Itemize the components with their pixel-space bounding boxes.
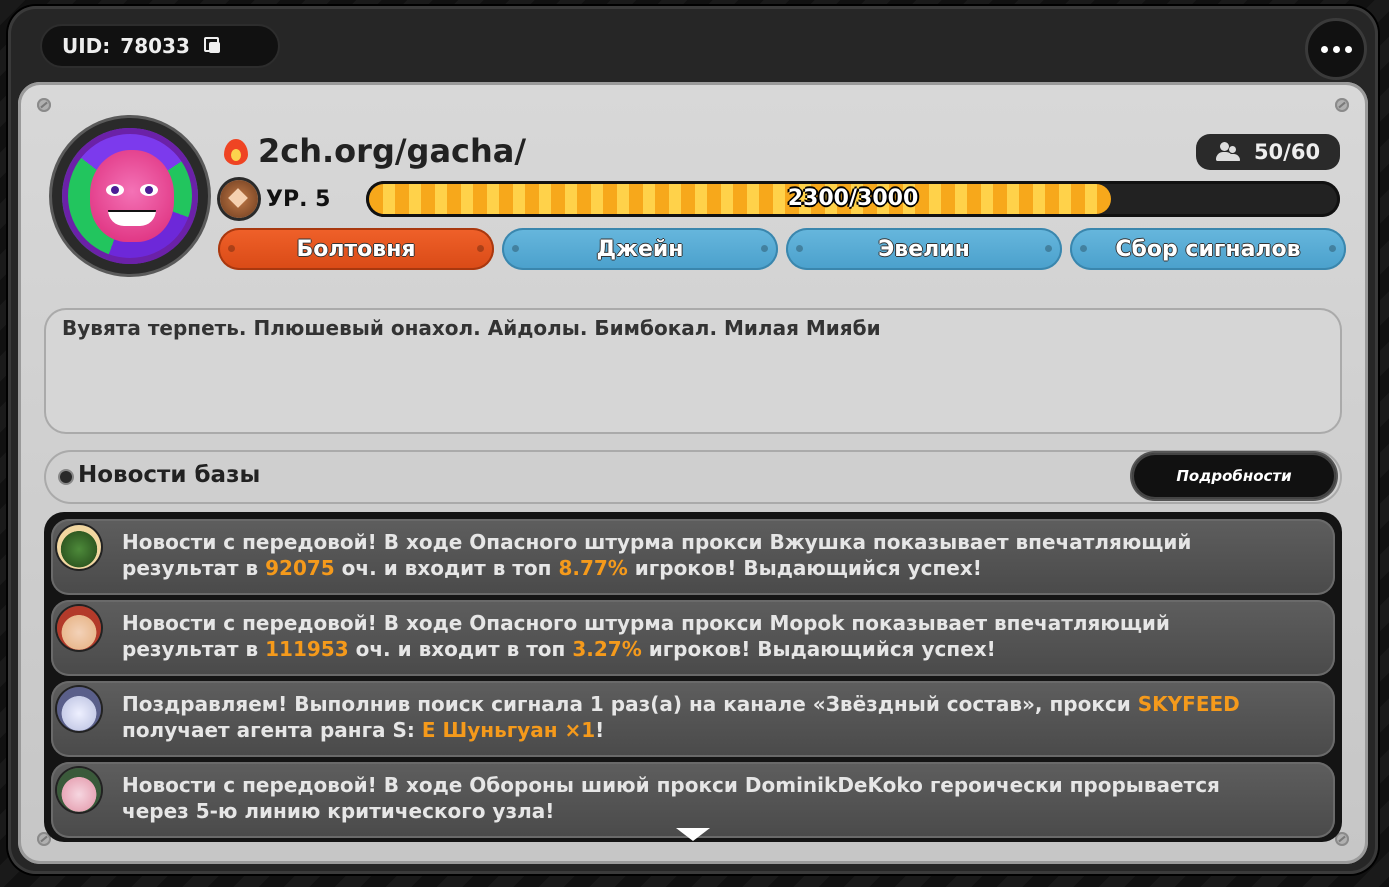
text-span: ! [595,718,605,742]
title-row: 2ch.org/gacha/ [222,132,526,170]
news-item: Новости с передовой! В ходе Обороны шиюй… [51,762,1335,838]
bio-text: Вувята терпеть. Плюшевый онахол. Айдолы.… [44,308,1342,434]
news-item: Новости с передовой! В ходе Опасного шту… [51,600,1335,676]
news-list[interactable]: Новости с передовой! В ходе Опасного шту… [44,512,1342,842]
xp-progress-bar: 2300/3000 [366,181,1340,217]
dot-icon [1344,45,1352,53]
page-title: 2ch.org/gacha/ [258,132,527,170]
news-item: Новости с передовой! В ходе Опасного шту… [51,519,1335,595]
news-line: получает агента ранга S: Е Шуньгуан ×1! [122,717,1312,743]
details-button[interactable]: Подробности [1132,453,1336,499]
news-title: Новости базы [78,462,261,488]
percent-value: 3.27% [572,637,642,661]
news-avatar [57,606,101,650]
level-row: УР. 5 [220,180,330,218]
news-line: результат в 92075 оч. и входит в топ 8.7… [122,555,1312,581]
avatar-character [90,150,174,242]
flame-icon [222,135,250,167]
tag-signal-search[interactable]: Сбор сигналов [1070,228,1346,270]
tag-jane[interactable]: Джейн [502,228,778,270]
copy-icon[interactable] [203,37,222,55]
news-text: Новости с передовой! В ходе Опасного шту… [122,529,1312,581]
news-line: Новости с передовой! В ходе Опасного шту… [122,611,1170,635]
tag-chatter[interactable]: Болтовня [218,228,494,270]
text-span: результат в [122,637,266,661]
news-text: Новости с передовой! В ходе Опасного шту… [122,610,1312,662]
avatar[interactable] [52,118,208,274]
members-count: 50/60 [1253,140,1321,164]
screw-icon [37,98,51,112]
news-line: Новости с передовой! В ходе Опасного шту… [122,530,1192,554]
avatar-eye [106,184,124,196]
dot-icon [1332,45,1340,53]
news-line: результат в 111953 оч. и входит в топ 3.… [122,636,1312,662]
text-span: оч. и входит в топ [348,637,573,661]
level-badge-icon [220,180,258,218]
percent-value: 8.77% [558,556,628,580]
screw-icon [1335,98,1349,112]
news-item: Поздравляем! Выполнив поиск сигнала 1 ра… [51,681,1335,757]
xp-text: 2300/3000 [787,186,919,211]
news-header: Новости базы Подробности [44,450,1342,504]
text-span: Поздравляем! Выполнив поиск сигнала 1 ра… [122,692,1138,716]
more-options-button[interactable] [1305,18,1367,80]
news-text: Новости с передовой! В ходе Обороны шиюй… [122,772,1312,824]
scroll-down-icon[interactable] [676,828,710,841]
bullet-icon [60,471,72,483]
avatar-eye [140,184,158,196]
members-count-badge: 50/60 [1196,134,1340,170]
news-avatar [57,525,101,569]
news-avatar [57,768,101,812]
text-span: получает агента ранга S: [122,718,422,742]
avatar-image [62,128,198,264]
dot-icon [1320,45,1328,53]
agent-name: Е Шуньгуан ×1 [421,718,596,742]
text-span: игроков! Выдающийся успех! [627,556,982,580]
text-span: результат в [122,556,266,580]
uid-badge: UID: 78033 [40,24,280,68]
tag-evelyn[interactable]: Эвелин [786,228,1062,270]
news-line: Новости с передовой! В ходе Обороны шиюй… [122,773,1220,797]
news-text: Поздравляем! Выполнив поиск сигнала 1 ра… [122,691,1312,743]
score-value: 111953 [265,637,349,661]
uid-label: UID: [62,34,111,58]
news-line: Поздравляем! Выполнив поиск сигнала 1 ра… [122,691,1312,717]
score-value: 92075 [265,556,335,580]
text-span: оч. и входит в топ [334,556,559,580]
level-label: УР. 5 [266,186,331,212]
news-line: через 5-ю линию критического узла! [122,799,555,823]
uid-value: 78033 [120,34,190,58]
player-name: SKYFEED [1137,692,1240,716]
text-span: игроков! Выдающийся успех! [641,637,996,661]
avatar-mouth [108,210,156,226]
tag-list: Болтовня Джейн Эвелин Сбор сигналов [218,228,1346,270]
people-icon [1215,142,1242,162]
news-avatar [57,687,101,731]
